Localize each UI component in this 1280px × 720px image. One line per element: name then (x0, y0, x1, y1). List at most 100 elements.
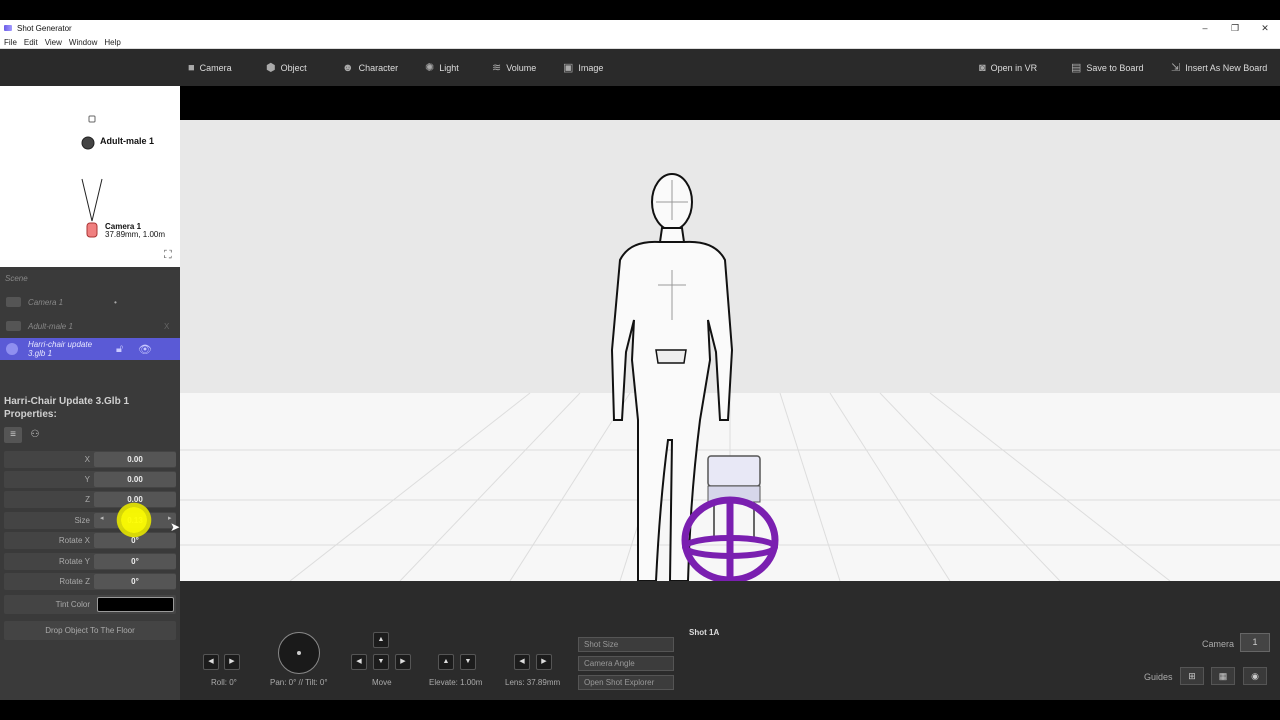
add-character-button[interactable]: ☻ Character (342, 49, 398, 86)
open-in-vr-label: Open in VR (990, 62, 1038, 73)
menu-file[interactable]: File (4, 38, 17, 47)
prop-label: Z (85, 495, 90, 504)
shot-generator-app: Shot Generator – ❐ ✕ File Edit View Wind… (0, 0, 1280, 720)
prop-row-z: Z 0.00 (4, 491, 176, 508)
light-icon: ✺ (425, 62, 435, 74)
shot-size-select[interactable]: Shot Size (578, 637, 674, 652)
prop-row-rotate-z: Rotate Z 0° (4, 573, 176, 590)
close-button[interactable]: ✕ (1250, 23, 1280, 34)
prop-label: Rotate Y (59, 557, 90, 566)
center-guide-icon[interactable]: ⊞ (1180, 667, 1204, 685)
character-marker[interactable] (81, 136, 95, 150)
prop-rotate-y-input[interactable]: 0° (94, 554, 176, 569)
prop-x-input[interactable]: 0.00 (94, 452, 176, 467)
menu-edit[interactable]: Edit (24, 38, 38, 47)
tint-color-swatch[interactable] (97, 597, 174, 612)
move-left-button[interactable]: ◀ (351, 654, 367, 670)
thirds-guide-icon[interactable]: ▦ (1211, 667, 1235, 685)
pan-tilt-label: Pan: 0° // Tilt: 0° (270, 678, 328, 687)
camera-number-button[interactable]: 1 (1240, 633, 1270, 652)
elevate-up-button[interactable]: ▲ (438, 654, 454, 670)
expand-icon[interactable]: ⛶ (164, 249, 172, 262)
lens-label: Lens: 37.89mm (505, 678, 561, 687)
prop-label: Rotate X (58, 536, 90, 545)
image-icon: ▣ (563, 62, 574, 74)
elevate-down-button[interactable]: ▼ (460, 654, 476, 670)
add-object-button[interactable]: ⬢ Object (266, 49, 307, 86)
lock-icon[interactable]: 🔓︎ (116, 343, 123, 356)
list-view-icon[interactable]: ≡ (4, 427, 22, 443)
open-shot-explorer-button[interactable]: Open Shot Explorer (578, 675, 674, 690)
prop-row-rotate-x: Rotate X 0° (4, 532, 176, 549)
properties-mode-buttons: ≡ ⚇ (4, 427, 44, 443)
move-right-button[interactable]: ▶ (395, 654, 411, 670)
add-image-button[interactable]: ▣ Image (563, 49, 603, 86)
active-dot: • (114, 297, 117, 307)
scene-item-chair[interactable]: Harri-chair update 3.glb 1 🔓︎ 👁︎ (0, 338, 180, 360)
prop-label: Size (74, 516, 90, 525)
restore-button[interactable]: ❐ (1220, 23, 1250, 34)
add-character-label: Character (358, 62, 399, 73)
character-belt (655, 349, 687, 364)
minimap-character-label: Adult-male 1 (100, 136, 155, 146)
eye-icon[interactable]: 👁︎ (138, 343, 152, 356)
camera-marker[interactable] (86, 222, 98, 238)
menu-view[interactable]: View (45, 38, 62, 47)
delete-icon[interactable]: X (164, 322, 169, 331)
move-up-button[interactable]: ▲ (373, 632, 389, 648)
joystick-handle[interactable] (297, 651, 301, 655)
shot-name: Shot 1A (689, 628, 720, 637)
scene-item-label: Adult-male 1 (28, 321, 73, 331)
save-to-board-button[interactable]: ▤ Save to Board (1071, 49, 1143, 86)
prop-row-x: X 0.00 (4, 451, 176, 468)
minimap-camera-info: 37.89mm, 1.00m (105, 230, 166, 239)
roll-right-button[interactable]: ▶ (224, 654, 240, 670)
add-camera-button[interactable]: ■ Camera (188, 49, 232, 86)
scene-item-character[interactable]: Adult-male 1 X (0, 315, 180, 337)
decrement-icon[interactable]: ◂ (100, 514, 104, 522)
menu-help[interactable]: Help (104, 38, 120, 47)
add-object-label: Object (280, 62, 307, 73)
chair-marker[interactable] (88, 115, 96, 123)
pan-tilt-joystick[interactable] (278, 632, 320, 674)
minimize-button[interactable]: – (1190, 23, 1220, 33)
camera-angle-select[interactable]: Camera Angle (578, 656, 674, 671)
prop-row-y: Y 0.00 (4, 471, 176, 488)
prop-rotate-z-input[interactable]: 0° (94, 574, 176, 589)
volume-icon: ≋ (492, 62, 502, 74)
roll-left-button[interactable]: ◀ (203, 654, 219, 670)
top-view-minimap[interactable]: Adult-male 1 Camera 1 37.89mm, 1.00m ⛶ (0, 86, 180, 267)
title-bar: Shot Generator – ❐ ✕ (0, 20, 1280, 36)
insert-new-board-label: Insert As New Board (1185, 62, 1268, 73)
open-in-vr-button[interactable]: ◙ Open in VR (979, 49, 1037, 86)
vr-icon: ◙ (979, 61, 986, 74)
add-image-label: Image (578, 62, 604, 73)
move-down-button[interactable]: ▼ (373, 654, 389, 670)
eye-guide-icon[interactable]: ◉ (1243, 667, 1267, 685)
add-volume-button[interactable]: ≋ Volume (492, 49, 536, 86)
character-icon: ☻ (342, 61, 354, 74)
lens-decrease-button[interactable]: ◀ (514, 654, 530, 670)
prop-row-rotate-y: Rotate Y 0° (4, 553, 176, 570)
prop-label: Rotate Z (59, 577, 90, 586)
drop-to-floor-button[interactable]: Drop Object To The Floor (4, 621, 176, 640)
app-icon (4, 25, 12, 31)
add-camera-label: Camera (199, 62, 232, 73)
object-icon (6, 343, 18, 355)
menu-window[interactable]: Window (69, 38, 97, 47)
3d-viewport[interactable] (180, 120, 1280, 581)
insert-board-icon: ⇲ (1171, 62, 1181, 74)
minimap-canvas (81, 115, 103, 238)
lens-increase-button[interactable]: ▶ (536, 654, 552, 670)
insert-new-board-button[interactable]: ⇲ Insert As New Board (1171, 49, 1267, 86)
scene-item-label: Camera 1 (28, 297, 64, 307)
scene-item-camera[interactable]: Camera 1 • (0, 291, 180, 313)
save-icon: ▤ (1071, 62, 1082, 74)
properties-title: Harri-Chair Update 3.Glb 1 Properties: (4, 396, 130, 420)
prop-y-input[interactable]: 0.00 (94, 472, 176, 487)
selection-gizmo[interactable] (681, 496, 779, 581)
pose-view-icon[interactable]: ⚇ (26, 427, 44, 443)
add-volume-label: Volume (506, 62, 537, 73)
prop-label: Y (84, 475, 90, 484)
add-light-button[interactable]: ✺ Light (425, 49, 459, 86)
